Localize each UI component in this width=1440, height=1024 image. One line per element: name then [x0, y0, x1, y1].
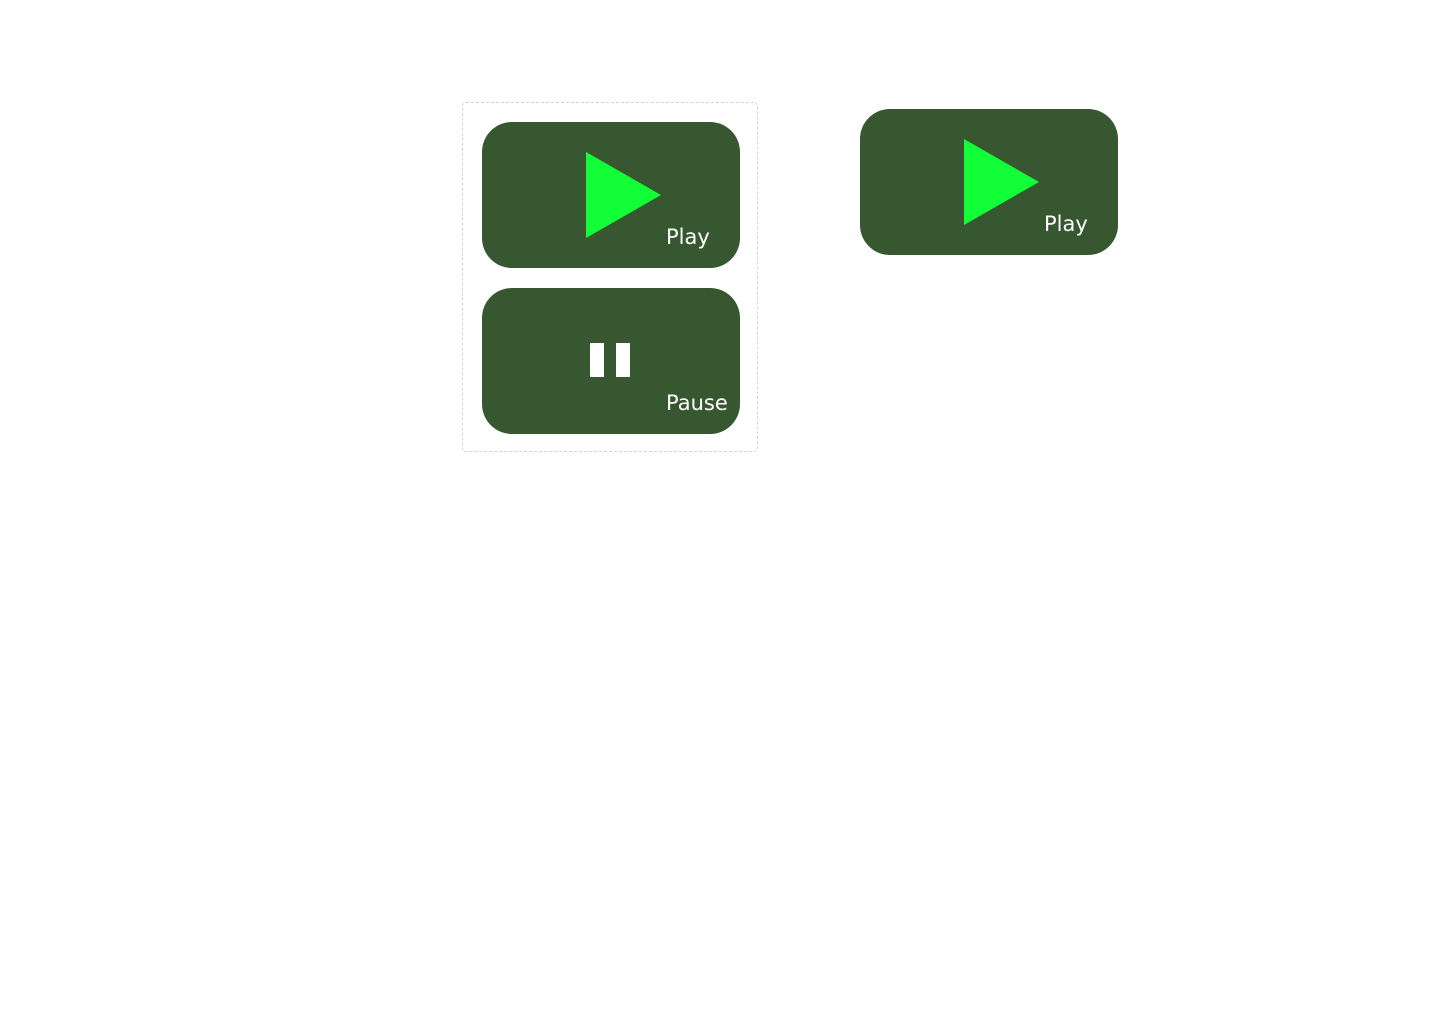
play-button[interactable]: Play	[482, 122, 740, 268]
canvas: Play Pause Play	[0, 0, 1440, 1024]
variant-group-frame: Play Pause	[462, 102, 758, 452]
play-button-label: Play	[666, 225, 710, 249]
pause-bar-right	[616, 343, 630, 377]
pause-button-label: Pause	[666, 391, 728, 415]
standalone-play-button-label: Play	[1044, 212, 1088, 236]
play-icon	[586, 152, 661, 238]
pause-icon	[590, 343, 630, 377]
play-icon	[964, 139, 1039, 225]
pause-bar-left	[590, 343, 604, 377]
standalone-play-button[interactable]: Play	[860, 109, 1118, 255]
pause-button[interactable]: Pause	[482, 288, 740, 434]
